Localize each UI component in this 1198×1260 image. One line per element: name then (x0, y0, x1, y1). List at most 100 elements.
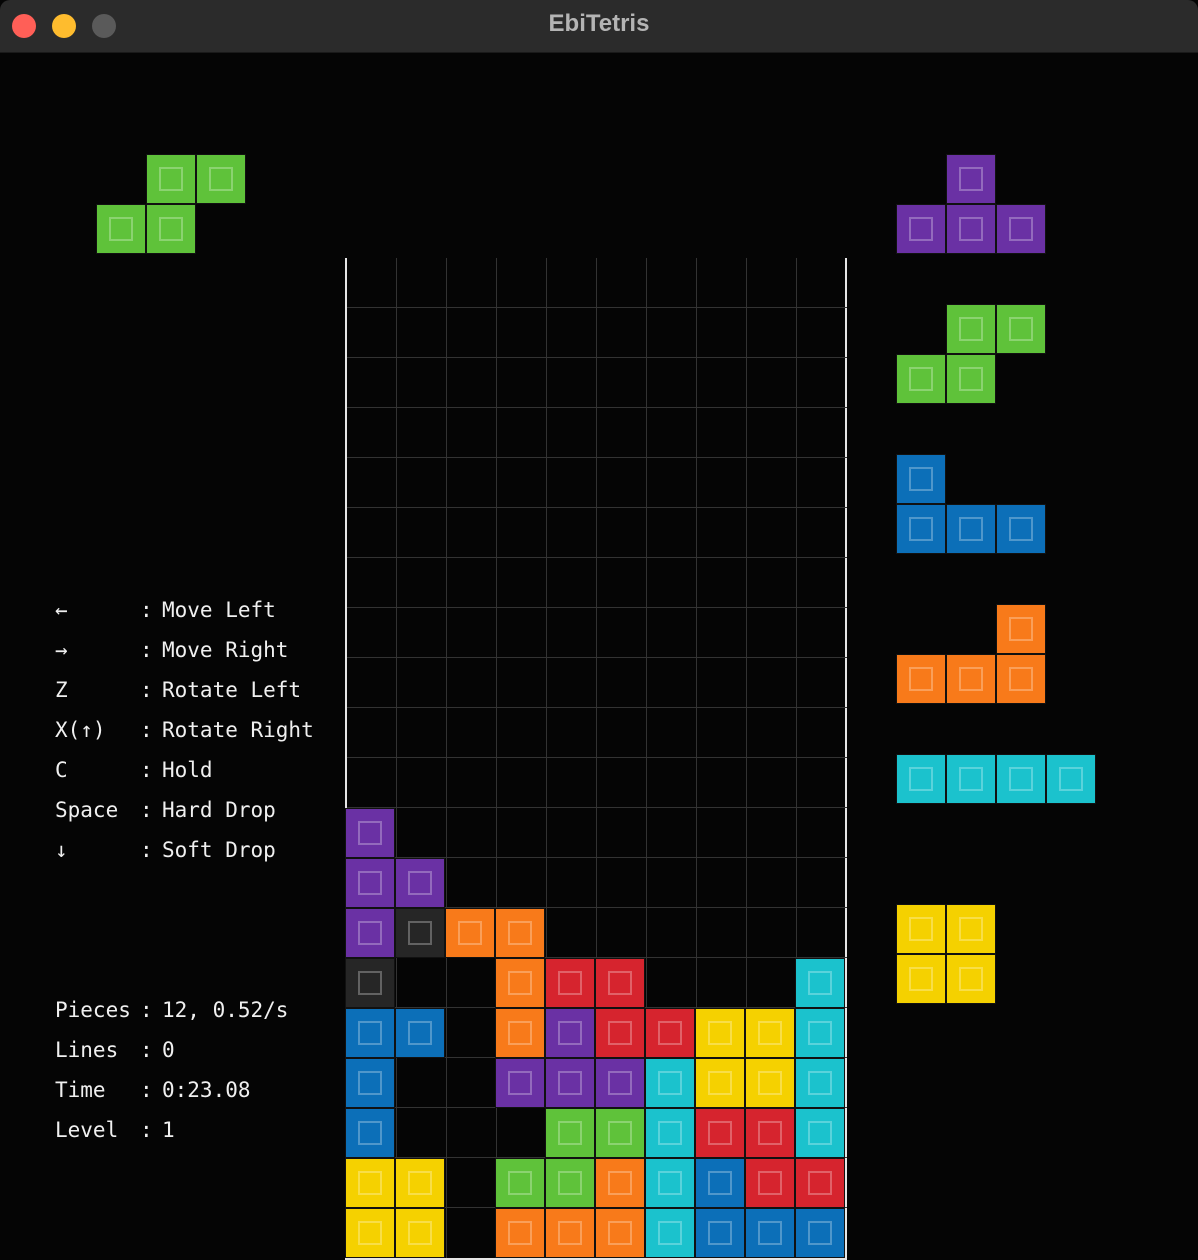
control-action: Move Left (162, 598, 276, 622)
locked-block (695, 1008, 745, 1058)
control-row: Space: Hard Drop (55, 790, 314, 830)
mino-block (996, 504, 1046, 554)
control-separator: : (140, 598, 153, 622)
locked-block (795, 1158, 845, 1208)
mino-block (96, 204, 146, 254)
mino-block (946, 504, 996, 554)
control-row: ←: Move Left (55, 590, 314, 630)
stat-label: Lines (55, 1038, 119, 1062)
grid-line (396, 258, 397, 1258)
mino-block (896, 204, 946, 254)
grid-line (347, 357, 847, 358)
stat-row: Pieces:12, 0.52/s (55, 990, 288, 1030)
locked-block (495, 908, 545, 958)
locked-block (695, 1158, 745, 1208)
locked-block (445, 908, 495, 958)
mino-block (1046, 754, 1096, 804)
control-key: C (55, 758, 68, 782)
control-row: C: Hold (55, 750, 314, 790)
mino-block (896, 354, 946, 404)
locked-block (595, 1208, 645, 1258)
garbage-block (395, 908, 445, 958)
mino-block (996, 204, 1046, 254)
locked-block (395, 1158, 445, 1208)
locked-block (345, 1108, 395, 1158)
stat-value: 0 (162, 1038, 175, 1062)
mino-block (146, 154, 196, 204)
locked-block (645, 1108, 695, 1158)
mino-block (196, 154, 246, 204)
controls-help: ←: Move Left →: Move Right Z: Rotate Left X… (55, 590, 314, 870)
game-canvas: ←: Move Left →: Move Right Z: Rotate Left X… (0, 54, 1198, 1260)
locked-block (795, 1108, 845, 1158)
locked-block (395, 1208, 445, 1258)
stat-row: Level:1 (55, 1110, 288, 1150)
control-key: → (55, 638, 68, 662)
grid-line (496, 258, 497, 1258)
locked-block (645, 1008, 695, 1058)
stat-separator: : (140, 998, 153, 1022)
control-key: Z (55, 678, 68, 702)
window-titlebar: EbiTetris (0, 0, 1198, 53)
grid-line (347, 607, 847, 608)
locked-block (745, 1008, 795, 1058)
grid-line (347, 657, 847, 658)
locked-block (745, 1208, 795, 1258)
mino-block (896, 654, 946, 704)
locked-block (645, 1058, 695, 1108)
grid-line (347, 707, 847, 708)
stat-value: 12, 0.52/s (162, 998, 289, 1022)
locked-block (595, 1158, 645, 1208)
stat-row: Time:0:23.08 (55, 1070, 288, 1110)
locked-block (595, 1058, 645, 1108)
locked-block (345, 1208, 395, 1258)
grid-line (347, 807, 847, 808)
window-title: EbiTetris (548, 10, 650, 37)
locked-block (495, 1008, 545, 1058)
stat-row: Lines:0 (55, 1030, 288, 1070)
control-action: Hard Drop (162, 798, 276, 822)
control-separator: : (140, 718, 153, 742)
locked-block (595, 1008, 645, 1058)
mino-block (896, 454, 946, 504)
locked-block (795, 1008, 845, 1058)
garbage-block (345, 958, 395, 1008)
locked-block (645, 1208, 695, 1258)
mino-block (996, 304, 1046, 354)
control-key: ↓ (55, 838, 68, 862)
grid-line (347, 507, 847, 508)
control-action: Soft Drop (162, 838, 276, 862)
playfield-well (345, 258, 847, 1260)
locked-block (345, 1058, 395, 1108)
mino-block (946, 954, 996, 1004)
control-separator: : (140, 638, 153, 662)
grid-line (347, 307, 847, 308)
mino-block (946, 904, 996, 954)
locked-block (595, 958, 645, 1008)
locked-block (695, 1108, 745, 1158)
stat-separator: : (140, 1038, 153, 1062)
locked-block (345, 908, 395, 958)
locked-block (545, 1008, 595, 1058)
locked-block (545, 1158, 595, 1208)
control-key: X(↑) (55, 718, 106, 742)
locked-block (495, 1208, 545, 1258)
locked-block (545, 1208, 595, 1258)
control-row: Z: Rotate Left (55, 670, 314, 710)
locked-block (545, 1108, 595, 1158)
stat-value: 1 (162, 1118, 175, 1142)
locked-block (545, 958, 595, 1008)
mino-block (946, 754, 996, 804)
locked-block (795, 1208, 845, 1258)
stats-panel: Pieces:12, 0.52/s Lines:0 Time:0:23.08 L… (55, 990, 288, 1150)
mino-block (946, 354, 996, 404)
locked-block (395, 858, 445, 908)
locked-block (345, 808, 395, 858)
locked-block (495, 1058, 545, 1108)
mino-block (896, 904, 946, 954)
locked-block (495, 1158, 545, 1208)
grid-line (347, 407, 847, 408)
control-separator: : (140, 798, 153, 822)
locked-block (695, 1208, 745, 1258)
locked-block (495, 958, 545, 1008)
